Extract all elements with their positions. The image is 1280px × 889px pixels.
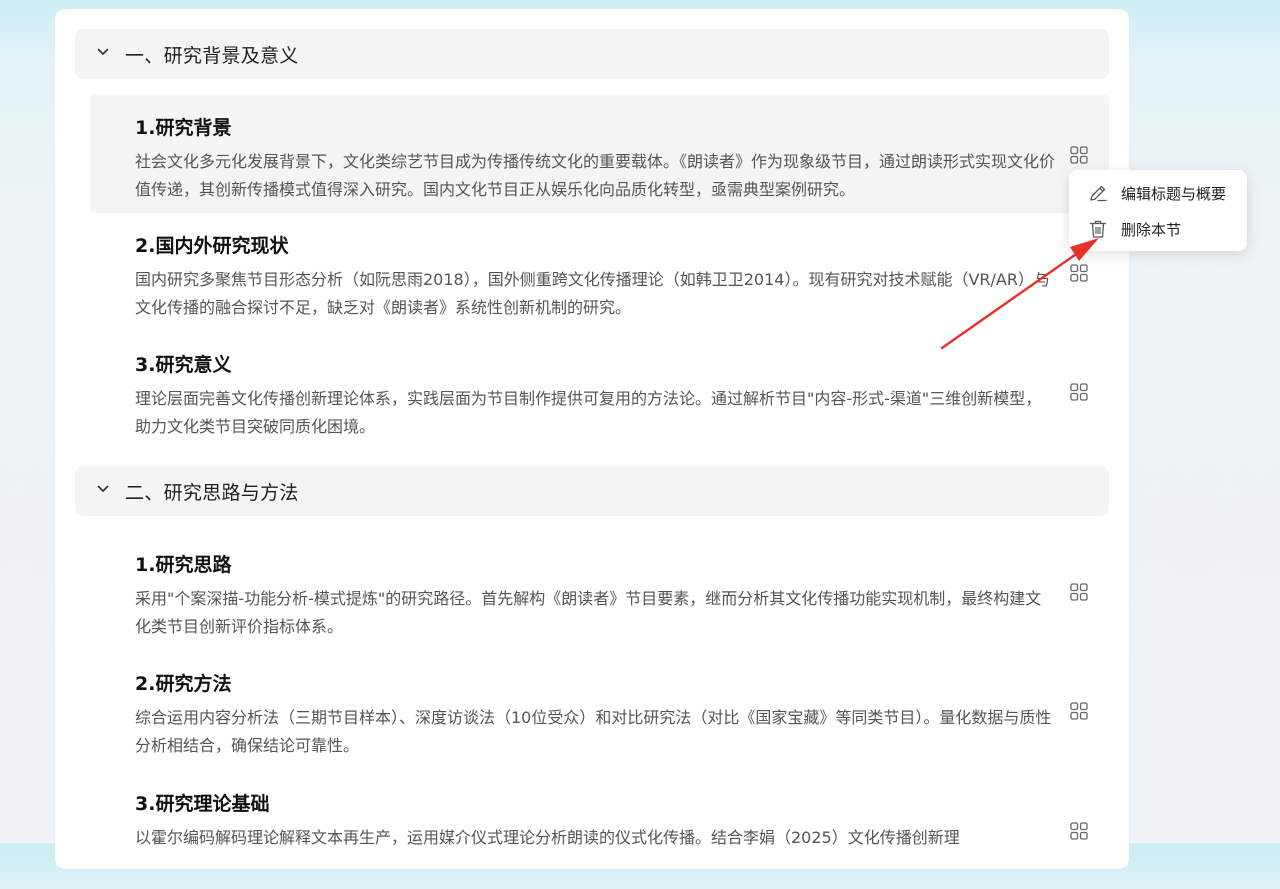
section-description: 采用"个案深描-功能分析-模式提炼"的研究路径。首先解构《朗读者》节目要素，继而… [135,589,1042,636]
grid-icon[interactable] [1070,146,1088,164]
section-item[interactable]: 3.研究理论基础 以霍尔编码解码理论解释文本再生产，运用媒介仪式理论分析朗读的仪… [90,771,1109,889]
trash-icon [1089,220,1107,238]
section-item[interactable]: 2.研究方法 综合运用内容分析法（三期节目样本）、深度访谈法（10位受众）和对比… [90,651,1109,769]
delete-section-menu-item[interactable]: 删除本节 [1069,212,1247,244]
grid-icon[interactable] [1070,702,1088,720]
grid-icon[interactable] [1070,264,1088,282]
chapter-header-2[interactable]: 二、研究思路与方法 [75,466,1109,516]
section-title: 2.研究方法 [135,673,232,695]
section-title: 3.研究理论基础 [135,793,270,815]
outline-card: 一、研究背景及意义 1.研究背景 社会文化多元化发展背景下，文化类综艺节目成为传… [55,9,1129,869]
section-description: 理论层面完善文化传播创新理论体系，实践层面为节目制作提供可复用的方法论。通过解析… [135,389,1042,436]
edit-title-summary-menu-item[interactable]: 编辑标题与概要 [1069,176,1247,208]
menu-item-label: 删除本节 [1121,221,1182,239]
grid-icon[interactable] [1070,822,1088,840]
section-description: 以霍尔编码解码理论解释文本再生产，运用媒介仪式理论分析朗读的仪式化传播。结合李娟… [135,828,960,847]
section-context-menu: 编辑标题与概要 删除本节 [1069,170,1247,251]
chapter-title: 二、研究思路与方法 [125,482,299,504]
section-title: 3.研究意义 [135,354,232,376]
section-title: 2.国内外研究现状 [135,235,289,257]
menu-item-label: 编辑标题与概要 [1121,185,1227,203]
section-description: 国内研究多聚焦节目形态分析（如阮思雨2018），国外侧重跨文化传播理论（如韩卫卫… [135,270,1050,317]
chevron-down-icon[interactable] [97,46,109,58]
section-description: 社会文化多元化发展背景下，文化类综艺节目成为传播传统文化的重要载体。《朗读者》作… [135,152,1056,199]
pencil-icon [1090,185,1107,202]
chapter-header-1[interactable]: 一、研究背景及意义 [75,29,1109,79]
section-item[interactable]: 2.国内外研究现状 国内研究多聚焦节目形态分析（如阮思雨2018），国外侧重跨文… [90,213,1109,331]
chevron-down-icon[interactable] [97,483,109,495]
grid-icon[interactable] [1070,383,1088,401]
grid-icon[interactable] [1070,583,1088,601]
section-item[interactable]: 3.研究意义 理论层面完善文化传播创新理论体系，实践层面为节目制作提供可复用的方… [90,332,1109,450]
section-item[interactable]: 1.研究思路 采用"个案深描-功能分析-模式提炼"的研究路径。首先解构《朗读者》… [90,532,1109,650]
section-title: 1.研究思路 [135,554,232,576]
chapter-title: 一、研究背景及意义 [125,45,299,67]
section-item[interactable]: 1.研究背景 社会文化多元化发展背景下，文化类综艺节目成为传播传统文化的重要载体… [90,95,1109,213]
section-description: 综合运用内容分析法（三期节目样本）、深度访谈法（10位受众）和对比研究法（对比《… [135,708,1052,755]
section-title: 1.研究背景 [135,117,232,139]
